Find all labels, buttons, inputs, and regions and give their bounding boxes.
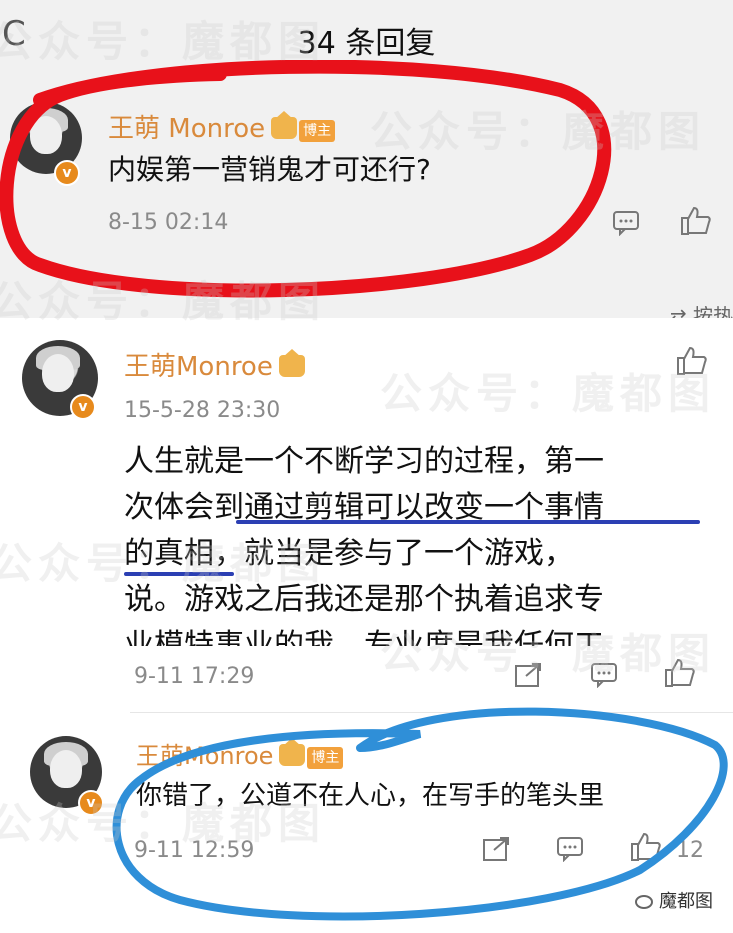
reply-icon[interactable]: [556, 836, 584, 862]
like-icon[interactable]: [680, 206, 712, 236]
highlight-underline: [236, 520, 700, 524]
comment-line: 人生就是一个不断学习的过程，第一: [124, 444, 604, 479]
source-label: 魔都图: [659, 891, 713, 912]
avatar-face: [50, 750, 82, 788]
verified-badge-icon: v: [54, 160, 80, 186]
username[interactable]: 王萌Monroe: [124, 346, 305, 383]
verified-badge-icon: v: [70, 394, 96, 420]
username-text: 王萌Monroe: [124, 352, 273, 382]
comment-text: 内娱第一营销鬼才可还行?: [108, 153, 431, 186]
wechat-source-mark: 魔都图: [629, 885, 719, 915]
comment-time: 8-15 02:14: [108, 210, 229, 235]
comment-line: 的真相，就当是参与了一个游戏，: [124, 536, 574, 571]
comment-line: 说。游戏之后我还是那个执着追求专: [124, 582, 604, 617]
verified-badge-icon: v: [78, 790, 104, 816]
like-icon[interactable]: [676, 346, 708, 376]
wechat-icon: [635, 895, 653, 909]
replies-header: C 34 条回复: [0, 0, 733, 78]
highlight-underline: [124, 572, 234, 576]
username-text: 王萌 Monroe: [108, 114, 266, 144]
avatar-face: [30, 116, 62, 154]
divider: [130, 712, 733, 713]
like-count: 12: [676, 838, 704, 863]
comment-time: 15-5-28 23:30: [124, 398, 281, 423]
crown-icon: [278, 349, 305, 377]
reply-text: 你错了，公道不在人心，在写手的笔头里: [136, 781, 605, 811]
username-text: 王萌Monroe: [136, 742, 274, 770]
author-badge: 博主: [307, 747, 344, 769]
comment-line-clipped: 业模特事业的我，专业度是我任何工: [124, 628, 604, 646]
author-badge: 博主: [299, 120, 336, 142]
share-icon[interactable]: [514, 662, 542, 688]
reply-icon[interactable]: [590, 662, 618, 688]
avatar-face: [42, 354, 74, 392]
crown-icon: [279, 738, 306, 766]
share-icon[interactable]: [482, 836, 510, 862]
username[interactable]: 王萌Monroe 博主: [136, 736, 344, 771]
comment-time: 9-11 12:59: [134, 838, 255, 863]
like-icon[interactable]: [664, 658, 696, 688]
comment-time: 9-11 17:29: [134, 664, 255, 689]
like-icon[interactable]: [630, 832, 662, 862]
crown-icon: [271, 111, 298, 139]
replies-count-title: 34 条回复: [297, 26, 436, 61]
username[interactable]: 王萌 Monroe 博主: [108, 108, 336, 145]
reply-icon[interactable]: [612, 210, 640, 236]
